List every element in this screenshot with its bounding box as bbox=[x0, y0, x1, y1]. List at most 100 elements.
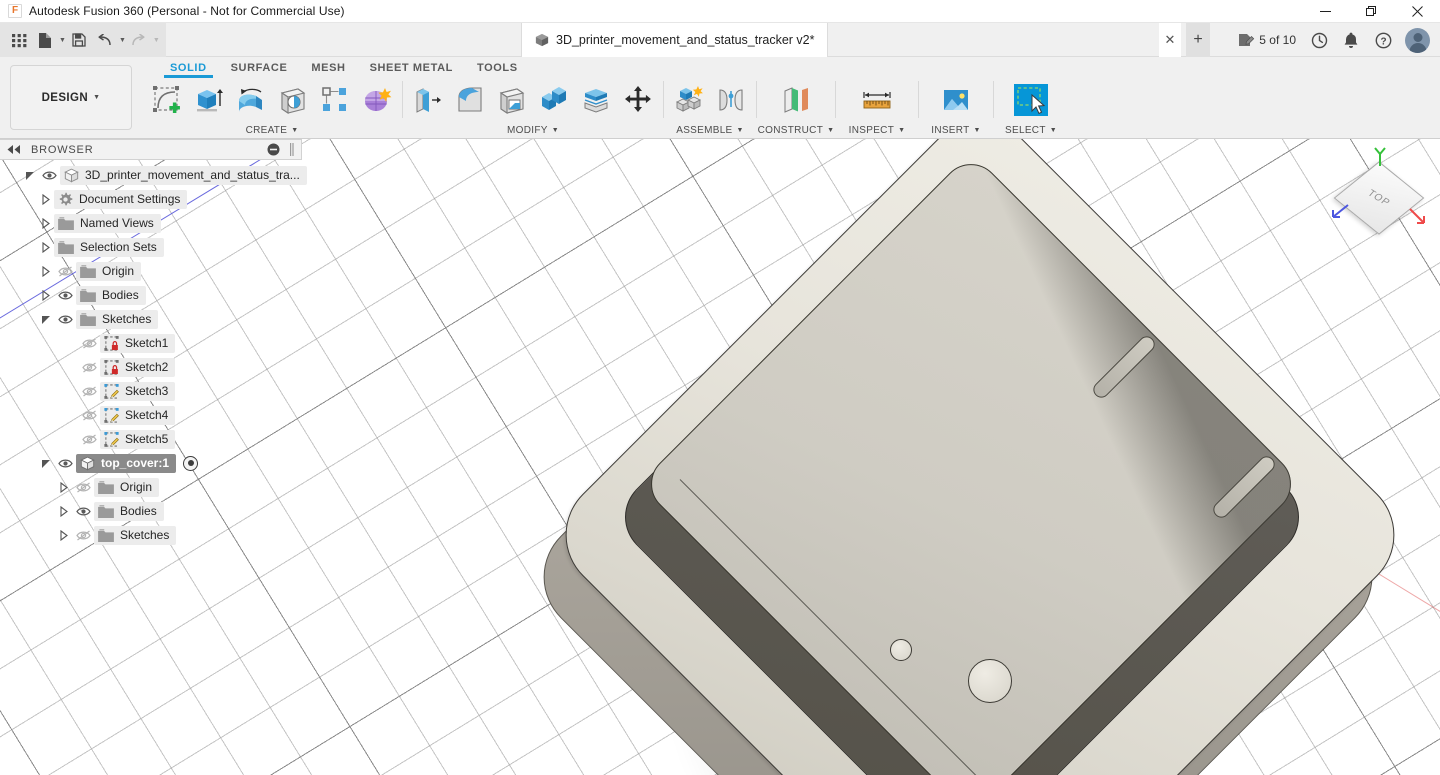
visibility-eye-icon[interactable] bbox=[54, 290, 76, 301]
browser-row-document-settings[interactable]: Document Settings bbox=[0, 187, 302, 211]
expander-collapsed-icon[interactable] bbox=[38, 242, 54, 253]
browser-row-top-cover-origin[interactable]: Origin bbox=[0, 475, 302, 499]
visibility-eye-hidden-icon[interactable] bbox=[72, 530, 94, 541]
browser-row-sketch2[interactable]: Sketch2 bbox=[0, 355, 302, 379]
job-status-button[interactable]: 5 of 10 bbox=[1232, 26, 1302, 54]
browser-row-top-cover-hit[interactable]: top_cover:1 bbox=[76, 454, 176, 473]
offset-face-tool[interactable] bbox=[575, 78, 617, 122]
save-button[interactable] bbox=[66, 27, 92, 53]
recent-activity-button[interactable] bbox=[1304, 25, 1334, 55]
browser-row-sketch4[interactable]: Sketch4 bbox=[0, 403, 302, 427]
maximize-button[interactable] bbox=[1348, 0, 1394, 23]
browser-row-sketch1-hit[interactable]: Sketch1 bbox=[100, 334, 175, 353]
combine-tool[interactable] bbox=[533, 78, 575, 122]
extrude-tool[interactable] bbox=[188, 78, 230, 122]
visibility-eye-hidden-icon[interactable] bbox=[78, 386, 100, 397]
model-hole-small[interactable] bbox=[890, 639, 912, 661]
browser-row-sketch4-hit[interactable]: Sketch4 bbox=[100, 406, 175, 425]
visibility-eye-icon[interactable] bbox=[54, 314, 76, 325]
joint-tool[interactable] bbox=[710, 78, 752, 122]
browser-row-origin[interactable]: Origin bbox=[0, 259, 302, 283]
ribbon-tab-solid[interactable]: SOLID bbox=[158, 62, 219, 78]
browser-row-sketch5-hit[interactable]: Sketch5 bbox=[100, 430, 175, 449]
shell-tool[interactable] bbox=[491, 78, 533, 122]
ribbon-panel-inspect-label[interactable]: INSPECT ▼ bbox=[836, 122, 918, 138]
browser-row-sketch3-hit[interactable]: Sketch3 bbox=[100, 382, 175, 401]
document-tab[interactable]: 3D_printer_movement_and_status_tracker v… bbox=[521, 23, 828, 57]
browser-row-sketch5[interactable]: Sketch5 bbox=[0, 427, 302, 451]
browser-row-selection-sets-hit[interactable]: Selection Sets bbox=[54, 238, 164, 257]
browser-row-sketch2-hit[interactable]: Sketch2 bbox=[100, 358, 175, 377]
redo-button[interactable] bbox=[126, 27, 152, 53]
rectangular-pattern-tool[interactable] bbox=[314, 78, 356, 122]
expander-expanded-icon[interactable] bbox=[38, 314, 54, 325]
visibility-eye-hidden-icon[interactable] bbox=[78, 434, 100, 445]
visibility-eye-icon[interactable] bbox=[54, 458, 76, 469]
browser-row-named-views[interactable]: Named Views bbox=[0, 211, 302, 235]
fillet-tool[interactable] bbox=[449, 78, 491, 122]
undo-button[interactable] bbox=[92, 27, 118, 53]
expander-collapsed-icon[interactable] bbox=[38, 218, 54, 229]
ribbon-panel-select-label[interactable]: SELECT ▼ bbox=[994, 122, 1068, 138]
browser-row-bodies-hit[interactable]: Bodies bbox=[76, 286, 146, 305]
ribbon-tab-tools[interactable]: TOOLS bbox=[465, 62, 530, 78]
view-cube[interactable]: TOP bbox=[1326, 145, 1434, 253]
expander-expanded-icon[interactable] bbox=[22, 170, 38, 181]
expander-collapsed-icon[interactable] bbox=[56, 482, 72, 493]
browser-row-top-cover-bodies[interactable]: Bodies bbox=[0, 499, 302, 523]
visibility-eye-hidden-icon[interactable] bbox=[78, 338, 100, 349]
close-button[interactable] bbox=[1394, 0, 1440, 23]
visibility-eye-hidden-icon[interactable] bbox=[78, 362, 100, 373]
ribbon-panel-create-label[interactable]: CREATE ▼ bbox=[142, 122, 402, 138]
press-pull-tool[interactable] bbox=[407, 78, 449, 122]
browser-row-document-settings-hit[interactable]: Document Settings bbox=[54, 190, 187, 209]
close-tab-button[interactable]: ✕ bbox=[1159, 23, 1181, 57]
select-tool[interactable] bbox=[1010, 78, 1052, 122]
browser-row-top-cover-sketches[interactable]: Sketches bbox=[0, 523, 302, 547]
expander-collapsed-icon[interactable] bbox=[56, 506, 72, 517]
browser-row-top-cover-origin-hit[interactable]: Origin bbox=[94, 478, 159, 497]
create-form-tool[interactable] bbox=[356, 78, 398, 122]
browser-row-selection-sets[interactable]: Selection Sets bbox=[0, 235, 302, 259]
move-copy-tool[interactable] bbox=[617, 78, 659, 122]
browser-row-top-cover-sketches-hit[interactable]: Sketches bbox=[94, 526, 176, 545]
browser-row-sketch3[interactable]: Sketch3 bbox=[0, 379, 302, 403]
hole-tool[interactable] bbox=[272, 78, 314, 122]
ribbon-tab-surface[interactable]: SURFACE bbox=[219, 62, 300, 78]
ribbon-tab-sheet-metal[interactable]: SHEET METAL bbox=[358, 62, 465, 78]
activate-component-toggle[interactable] bbox=[183, 456, 198, 471]
minus-circle-icon[interactable] bbox=[267, 143, 280, 156]
visibility-eye-hidden-icon[interactable] bbox=[72, 482, 94, 493]
ribbon-panel-modify-label[interactable]: MODIFY ▼ bbox=[403, 122, 663, 138]
ribbon-panel-construct-label[interactable]: CONSTRUCT ▼ bbox=[757, 122, 835, 138]
browser-row-root-hit[interactable]: 3D_printer_movement_and_status_tra... bbox=[60, 166, 307, 185]
model-top-cover[interactable] bbox=[560, 179, 1440, 775]
collapse-left-icon[interactable] bbox=[7, 145, 22, 154]
minimize-button[interactable] bbox=[1302, 0, 1348, 23]
measure-tool[interactable] bbox=[856, 78, 898, 122]
user-avatar[interactable] bbox=[1405, 28, 1430, 53]
expander-expanded-icon[interactable] bbox=[38, 458, 54, 469]
expander-collapsed-icon[interactable] bbox=[38, 290, 54, 301]
new-component-tool[interactable] bbox=[668, 78, 710, 122]
insert-image-tool[interactable] bbox=[935, 78, 977, 122]
ribbon-panel-insert-label[interactable]: INSERT ▼ bbox=[919, 122, 993, 138]
expander-collapsed-icon[interactable] bbox=[38, 266, 54, 277]
browser-row-sketches-hit[interactable]: Sketches bbox=[76, 310, 158, 329]
browser-row-sketches[interactable]: Sketches bbox=[0, 307, 302, 331]
help-button[interactable]: ? bbox=[1368, 25, 1398, 55]
panel-resize-handle[interactable] bbox=[289, 143, 294, 156]
new-tab-button[interactable]: + bbox=[1186, 23, 1210, 57]
browser-row-top-cover-bodies-hit[interactable]: Bodies bbox=[94, 502, 164, 521]
offset-plane-tool[interactable] bbox=[775, 78, 817, 122]
visibility-eye-hidden-icon[interactable] bbox=[78, 410, 100, 421]
model-hole-large[interactable] bbox=[968, 659, 1012, 703]
redo-caret-icon[interactable]: ▼ bbox=[153, 37, 160, 44]
ribbon-tab-mesh[interactable]: MESH bbox=[299, 62, 357, 78]
new-file-caret-icon[interactable]: ▼ bbox=[59, 37, 66, 44]
browser-row-top-cover[interactable]: top_cover:1 bbox=[0, 451, 302, 475]
ribbon-panel-assemble-label[interactable]: ASSEMBLE ▼ bbox=[664, 122, 756, 138]
expander-collapsed-icon[interactable] bbox=[38, 194, 54, 205]
create-sketch-tool[interactable] bbox=[146, 78, 188, 122]
new-file-button[interactable] bbox=[32, 27, 58, 53]
